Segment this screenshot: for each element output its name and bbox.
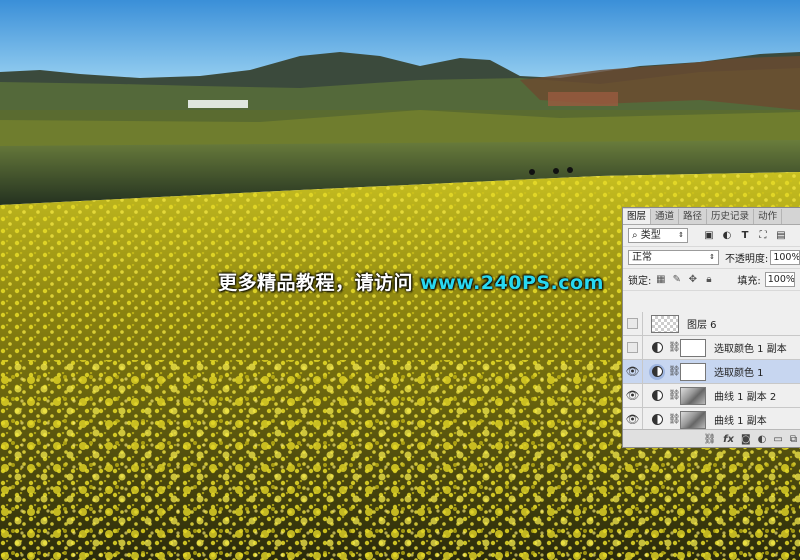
filter-kind-value: 类型 [640,230,661,241]
layer-mask-thumbnail [680,386,706,405]
spinner-icon: ⇕ [678,231,684,239]
mask-icon[interactable]: ◙ [741,434,751,445]
layer-thumbnail [651,314,679,333]
search-icon: ⌕ [632,230,641,241]
blend-mode-value: 正常 [632,252,652,263]
new-layer-icon[interactable]: ⧉ [790,434,797,445]
filter-row: ⌕ 类型 ⇕ ▣ ◐ T ⛶ ▤ [623,225,800,247]
visibility-toggle[interactable] [623,311,643,336]
link-icon: ⛓ [668,390,681,401]
type-filter-icon[interactable]: T [738,229,752,243]
eye-icon[interactable]: 👁︎ [623,383,643,408]
layer-name: 选取颜色 1 [714,368,764,379]
adjustment-layer-icon [649,412,665,428]
eye-icon[interactable]: 👁︎ [623,359,643,384]
layer-name: 图层 6 [687,320,717,331]
adjustment-layer-icon [649,388,665,404]
group-icon[interactable]: ▭ [773,434,782,445]
watermark-label: 更多精品教程，请访问 [218,272,421,294]
lock-row: 锁定: ▦ ✎ ✥ 🔒︎ 填充: 100% [623,269,800,291]
lock-label: 锁定: [628,276,652,287]
layer-name: 选取颜色 1 副本 [714,344,787,355]
layer-row[interactable]: ⛓ 选取颜色 1 副本 [623,335,800,360]
layer-name: 曲线 1 副本 [714,416,767,427]
opacity-label: 不透明度: [724,254,769,265]
fx-icon[interactable]: fx [723,434,734,445]
tab-actions[interactable]: 动作 [754,209,783,224]
layers-panel: 图层 通道 路径 历史记录 动作 ⌕ 类型 ⇕ ▣ ◐ T ⛶ ▤ 正常 ⇕ 不… [622,207,800,448]
tab-layers[interactable]: 图层 [623,209,652,224]
link-icon: ⛓ [668,414,681,425]
panel-tabs: 图层 通道 路径 历史记录 动作 [623,208,800,225]
lock-all-icon[interactable]: 🔒︎ [702,273,715,286]
eye-icon[interactable]: 👁︎ [623,407,643,432]
layer-row[interactable]: 👁︎ ⛓ 曲线 1 副本 2 [623,383,800,408]
opacity-input[interactable]: 100% [770,250,800,265]
spinner-icon: ⇕ [709,253,715,261]
tab-channels[interactable]: 通道 [651,209,680,224]
layer-row[interactable]: 图层 6 [623,311,800,336]
layer-row-selected[interactable]: 👁︎ ⛓ 选取颜色 1 [623,359,800,384]
lock-pixels-icon[interactable]: ✎ [670,273,683,286]
visibility-off-box [627,318,638,329]
layer-mask-thumbnail [680,410,706,429]
layer-mask-thumbnail [680,362,706,381]
filter-kind-select[interactable]: ⌕ 类型 ⇕ [628,228,688,243]
fill-label: 填充: [737,276,761,287]
tab-paths[interactable]: 路径 [679,209,708,224]
new-adjustment-icon[interactable]: ◐ [758,434,767,445]
panel-bottom-bar: ⛓ fx ◙ ◐ ▭ ⧉ [623,429,800,447]
adjustment-layer-icon [649,363,665,380]
blend-row: 正常 ⇕ 不透明度: 100% [623,247,800,269]
image-filter-icon[interactable]: ▣ [702,229,716,243]
layer-mask-thumbnail [680,338,706,357]
lock-position-icon[interactable]: ✥ [686,273,699,286]
fill-input[interactable]: 100% [764,272,795,287]
shape-filter-icon[interactable]: ⛶ [756,229,770,243]
adjustment-filter-icon[interactable]: ◐ [720,229,734,243]
link-icon: ⛓ [668,342,681,353]
visibility-toggle[interactable] [623,335,643,360]
watermark-url: www.240PS.com [420,272,604,294]
smart-object-filter-icon[interactable]: ▤ [774,229,788,243]
link-icon[interactable]: ⛓ [703,434,716,445]
watermark-text: 更多精品教程，请访问 www.240PS.com [218,268,604,295]
adjustment-layer-icon [649,340,665,356]
tab-history[interactable]: 历史记录 [707,209,755,224]
layer-list: 图层 6 ⛓ 选取颜色 1 副本 👁︎ ⛓ 选取颜色 1 👁︎ ⛓ 曲线 1 副… [623,311,800,432]
layer-name: 曲线 1 副本 2 [714,392,777,403]
link-icon: ⛓ [668,366,681,377]
lock-transparent-icon[interactable]: ▦ [654,273,667,286]
blend-mode-select[interactable]: 正常 ⇕ [628,250,719,265]
visibility-off-box [627,342,638,353]
